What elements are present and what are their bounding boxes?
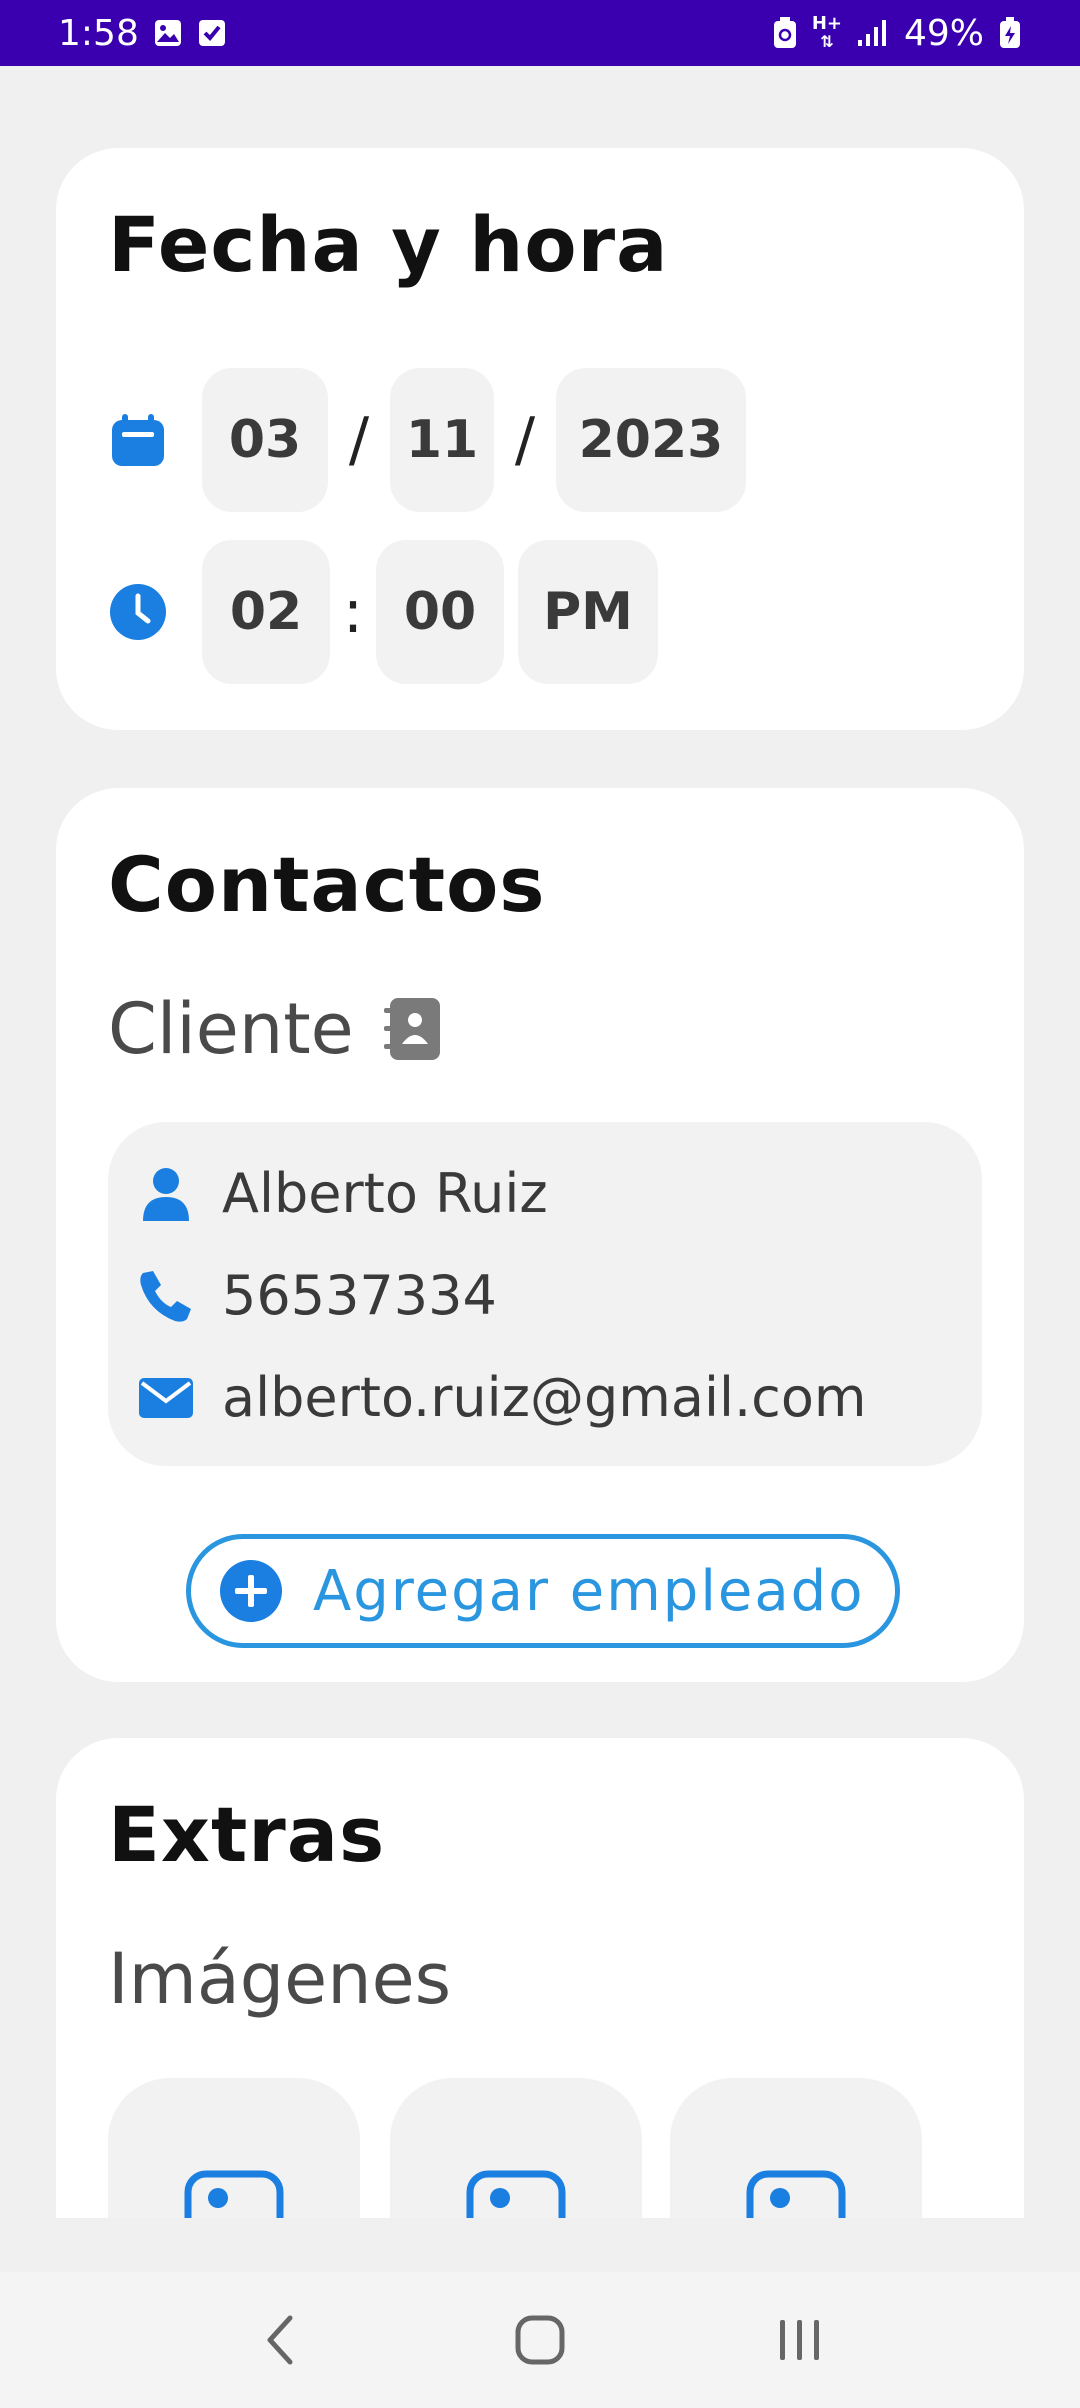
time-row: 02 : 00 PM bbox=[108, 540, 658, 684]
client-label: Cliente bbox=[108, 988, 354, 1070]
period-field[interactable]: PM bbox=[518, 540, 658, 684]
gallery-notification-icon bbox=[153, 18, 183, 48]
contacts-card: Contactos Cliente Alberto Ruiz 56537334 bbox=[56, 788, 1024, 1682]
client-phone-line: 56537334 bbox=[138, 1264, 497, 1327]
recents-icon bbox=[780, 2320, 819, 2360]
date-separator: / bbox=[514, 405, 536, 475]
network-type-icon: H+ ⇅ bbox=[812, 15, 842, 51]
image-placeholder-icon bbox=[466, 2170, 566, 2218]
client-email: alberto.ruiz@gmail.com bbox=[222, 1366, 867, 1429]
time-separator: : bbox=[342, 577, 364, 647]
contacts-title: Contactos bbox=[108, 840, 546, 929]
image-placeholder-icon bbox=[184, 2170, 284, 2218]
day-field[interactable]: 03 bbox=[202, 368, 328, 512]
add-employee-button[interactable]: Agregar empleado bbox=[186, 1534, 900, 1648]
signal-icon bbox=[856, 18, 890, 48]
checkbox-notification-icon bbox=[197, 18, 227, 48]
image-slot-2[interactable] bbox=[390, 2078, 642, 2218]
status-bar: 1:58 H+ ⇅ 49% bbox=[0, 0, 1080, 66]
image-slot-1[interactable] bbox=[108, 2078, 360, 2218]
client-phone: 56537334 bbox=[222, 1264, 497, 1327]
mail-icon bbox=[138, 1377, 194, 1419]
client-heading: Cliente bbox=[108, 988, 442, 1070]
year-field[interactable]: 2023 bbox=[556, 368, 746, 512]
person-icon bbox=[138, 1167, 194, 1221]
scroll-content[interactable]: Fecha y hora 03 / 11 / 2023 02 : 00 PM C… bbox=[0, 66, 1080, 2218]
back-button[interactable] bbox=[220, 2290, 340, 2390]
image-slot-3[interactable] bbox=[670, 2078, 922, 2218]
hour-field[interactable]: 02 bbox=[202, 540, 330, 684]
contact-book-icon[interactable] bbox=[383, 996, 442, 1062]
home-icon bbox=[515, 2315, 565, 2365]
extras-title: Extras bbox=[108, 1790, 386, 1879]
minute-field[interactable]: 00 bbox=[376, 540, 504, 684]
client-name-line: Alberto Ruiz bbox=[138, 1162, 548, 1225]
status-time: 1:58 bbox=[58, 12, 139, 54]
images-label: Imágenes bbox=[108, 1938, 452, 2020]
battery-charging-icon bbox=[998, 16, 1022, 50]
plus-circle-icon bbox=[219, 1559, 283, 1623]
battery-saver-icon bbox=[772, 16, 798, 50]
phone-icon bbox=[138, 1269, 194, 1323]
month-field[interactable]: 11 bbox=[390, 368, 494, 512]
calendar-icon bbox=[108, 412, 168, 468]
client-email-line: alberto.ruiz@gmail.com bbox=[138, 1366, 866, 1429]
home-button[interactable] bbox=[480, 2290, 600, 2390]
back-icon bbox=[267, 2315, 293, 2365]
data-arrows-icon: ⇅ bbox=[820, 32, 834, 51]
date-row: 03 / 11 / 2023 bbox=[108, 368, 746, 512]
clock-icon bbox=[108, 583, 168, 641]
client-info-box: Alberto Ruiz 56537334 alberto.ruiz@gmail… bbox=[108, 1122, 982, 1466]
image-placeholder-icon bbox=[746, 2170, 846, 2218]
images-heading: Imágenes bbox=[108, 1938, 451, 2020]
datetime-card: Fecha y hora 03 / 11 / 2023 02 : 00 PM bbox=[56, 148, 1024, 730]
navigation-bar bbox=[0, 2272, 1080, 2408]
recents-button[interactable] bbox=[740, 2290, 860, 2390]
add-employee-label: Agregar empleado bbox=[313, 1558, 865, 1624]
battery-percent: 49% bbox=[903, 12, 984, 54]
datetime-title: Fecha y hora bbox=[108, 200, 669, 289]
network-label: H+ bbox=[811, 13, 842, 34]
client-name: Alberto Ruiz bbox=[222, 1162, 548, 1225]
extras-card: Extras Imágenes bbox=[56, 1738, 1024, 2218]
date-separator: / bbox=[348, 405, 370, 475]
